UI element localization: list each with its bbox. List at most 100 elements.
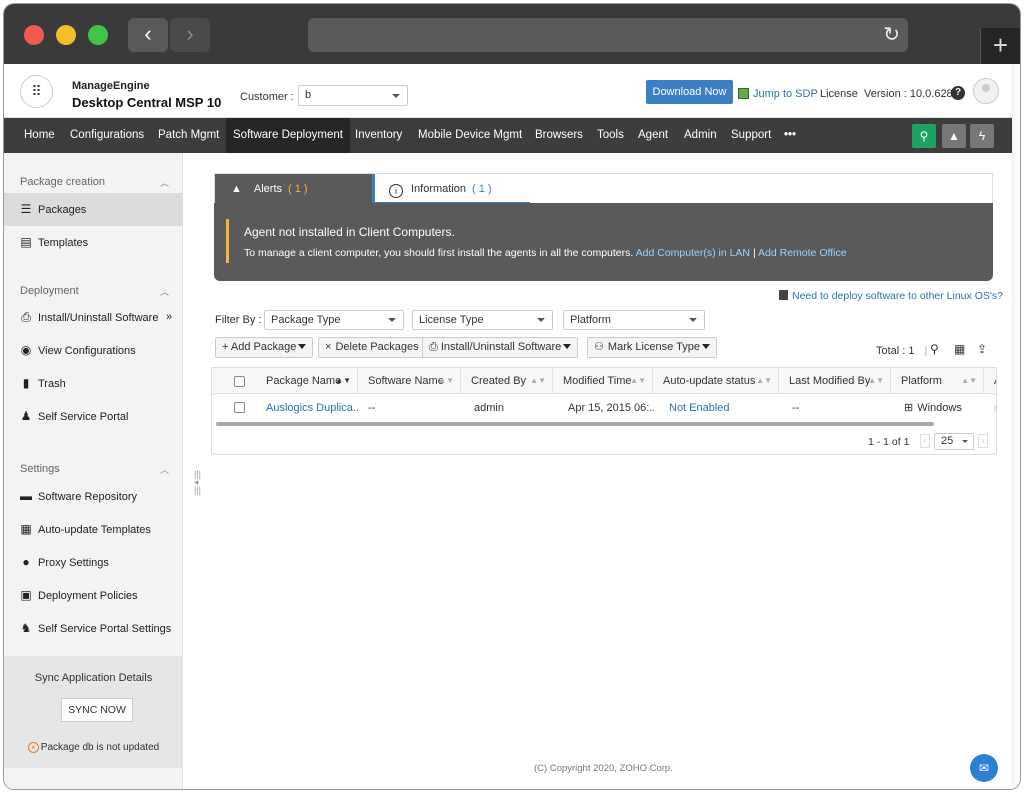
address-bar[interactable]: ↻ — [308, 18, 908, 52]
app-grid-icon[interactable]: ⠿ — [20, 75, 53, 108]
page-info: 1 - 1 of 1 — [868, 436, 910, 448]
column-package-name[interactable]: Package Name ▲▼ — [256, 368, 358, 394]
minimize-window-button[interactable] — [56, 25, 76, 45]
mark-license-type-button[interactable]: ⚇ Mark License Type — [587, 337, 717, 358]
column-last-modified-by[interactable]: Last Modified By ▲▼ — [779, 368, 891, 394]
delete-packages-button[interactable]: × Delete Packages — [318, 337, 426, 358]
sidebar-item-install-uninstall[interactable]: ⎙ Install/Uninstall Software» — [4, 301, 183, 334]
nav-inventory[interactable]: Inventory — [349, 118, 408, 153]
app-header: ⠿ ManageEngine Desktop Central MSP 10 Cu… — [4, 64, 1020, 118]
expand-icon[interactable]: » — [166, 301, 172, 334]
sidebar-item-software-repository[interactable]: ▬ Software Repository — [4, 480, 183, 513]
package-type-select[interactable]: Package Type — [264, 310, 404, 330]
sidebar-item-templates[interactable]: ▤ Templates — [4, 226, 183, 259]
maximize-window-button[interactable] — [88, 25, 108, 45]
install-uninstall-button[interactable]: ⎙ Install/Uninstall Software — [422, 337, 579, 358]
download-now-button[interactable]: Download Now — [646, 80, 733, 104]
column-truncated[interactable]: A — [984, 368, 996, 394]
chevron-down-icon — [392, 94, 400, 98]
jump-to-sdp-link[interactable]: Jump to SDP — [738, 88, 818, 100]
alert-title: Agent not installed in Client Computers. — [244, 225, 455, 239]
chat-icon[interactable]: ✉ — [970, 754, 998, 782]
column-auto-update-status[interactable]: Auto-update status ▲▼ — [653, 368, 779, 394]
sidebar-resize-handle[interactable]: ||| ◂ ||| — [194, 470, 201, 495]
select-all-checkbox[interactable] — [234, 376, 245, 387]
policy-icon: ▣ — [20, 588, 32, 602]
auto-update-status-link[interactable]: Not Enabled — [659, 394, 779, 422]
nav-configurations[interactable]: Configurations — [64, 118, 150, 153]
page-size-select[interactable]: 25 — [934, 433, 974, 450]
total-count: Total : 1 | — [876, 345, 928, 357]
nav-tools[interactable]: Tools — [591, 118, 630, 153]
prev-page-button[interactable]: ‹ — [920, 434, 930, 448]
sync-now-button[interactable]: SYNC NOW — [61, 698, 133, 722]
tab-information[interactable]: i Information( 1 ) — [372, 174, 530, 204]
help-icon[interactable]: ? — [951, 86, 965, 100]
sidebar-item-proxy-settings[interactable]: ● Proxy Settings — [4, 546, 183, 579]
column-platform[interactable]: Platform ▲▼ — [891, 368, 984, 394]
customer-label: Customer : — [240, 91, 294, 103]
vertical-scrollbar[interactable] — [1012, 64, 1020, 789]
column-software-name[interactable]: Software Name ▲▼ — [358, 368, 461, 394]
nav-software-deployment[interactable]: Software Deployment — [226, 118, 350, 153]
copyright: (C) Copyright 2020, ZOHO Corp. — [534, 763, 673, 774]
close-window-button[interactable] — [24, 25, 44, 45]
sidebar-item-auto-update-templates[interactable]: ▦ Auto-update Templates — [4, 513, 183, 546]
new-tab-button[interactable]: + — [980, 28, 1020, 64]
chevron-down-icon — [962, 440, 968, 443]
search-icon[interactable]: ⚲ — [912, 124, 936, 148]
sync-title: Sync Application Details — [34, 672, 153, 684]
nav-support[interactable]: Support — [725, 118, 777, 153]
license-type-select[interactable]: License Type — [412, 310, 553, 330]
section-deployment[interactable]: Deployment ︿ — [20, 285, 170, 297]
sidebar-item-packages[interactable]: ☰ Packages — [4, 193, 183, 226]
windows-icon: ⊞ — [904, 402, 914, 414]
chevron-down-icon — [537, 318, 545, 322]
bolt-icon[interactable]: ϟ — [970, 124, 994, 148]
section-settings[interactable]: Settings ︿ — [20, 463, 170, 475]
sidebar-item-self-service-portal[interactable]: ♟ Self Service Portal — [4, 400, 183, 433]
row-checkbox[interactable] — [234, 402, 245, 413]
forward-button[interactable]: › — [170, 18, 210, 52]
nav-browsers[interactable]: Browsers — [529, 118, 589, 153]
folder-icon: ▬ — [20, 489, 32, 503]
users-icon: ♟ — [20, 409, 32, 423]
nav-admin[interactable]: Admin — [678, 118, 723, 153]
license-link[interactable]: License — [820, 88, 858, 100]
sidebar-item-view-configurations[interactable]: ◉ View Configurations — [4, 334, 183, 367]
brand-manageengine: ManageEngine — [72, 80, 150, 92]
nav-mobile-device-mgmt[interactable]: Mobile Device Mgmt — [412, 118, 528, 153]
sort-icon: ▲▼ — [961, 376, 977, 385]
column-created-by[interactable]: Created By ▲▼ — [461, 368, 553, 394]
linux-deploy-link[interactable]: Need to deploy software to other Linux O… — [779, 290, 1003, 302]
main-nav: Home Configurations Patch Mgmt Software … — [4, 118, 1020, 153]
add-package-button[interactable]: + Add Package — [215, 337, 314, 358]
section-package-creation[interactable]: Package creation ︿ — [20, 176, 170, 188]
rocket-icon[interactable]: ▲ — [942, 124, 966, 148]
nav-more[interactable]: ••• — [778, 118, 802, 153]
table-row: Auslogics Duplica... -- admin Apr 15, 20… — [212, 394, 996, 422]
customer-select[interactable]: b — [298, 85, 408, 106]
package-name-link[interactable]: Auslogics Duplica... — [256, 394, 358, 422]
nav-agent[interactable]: Agent — [632, 118, 674, 153]
reload-icon[interactable]: ↻ — [883, 24, 900, 46]
horizontal-scrollbar[interactable] — [216, 422, 934, 426]
search-icon[interactable]: ⚲ — [930, 342, 939, 356]
column-modified-time[interactable]: Modified Time ▲▼ — [553, 368, 653, 394]
row-action-icon[interactable]: ◷ — [984, 394, 996, 422]
sidebar-item-trash[interactable]: ▮ Trash — [4, 367, 183, 400]
columns-icon[interactable]: ▦ — [954, 342, 965, 356]
tab-alerts[interactable]: ▲ Alerts( 1 ) — [215, 174, 372, 204]
trash-icon: ▮ — [22, 376, 30, 390]
back-button[interactable]: ‹ — [128, 18, 168, 52]
add-remote-office-link[interactable]: Add Remote Office — [758, 247, 847, 259]
add-computers-lan-link[interactable]: Add Computer(s) in LAN — [636, 247, 750, 259]
platform-select[interactable]: Platform — [563, 310, 705, 330]
next-page-button[interactable]: › — [978, 434, 988, 448]
nav-patch-mgmt[interactable]: Patch Mgmt — [152, 118, 225, 153]
sidebar-item-self-service-portal-settings[interactable]: ♞ Self Service Portal Settings — [4, 612, 183, 645]
avatar[interactable] — [973, 78, 999, 104]
export-icon[interactable]: ⇪ — [977, 342, 987, 356]
sidebar-item-deployment-policies[interactable]: ▣ Deployment Policies — [4, 579, 183, 612]
nav-home[interactable]: Home — [18, 118, 61, 153]
